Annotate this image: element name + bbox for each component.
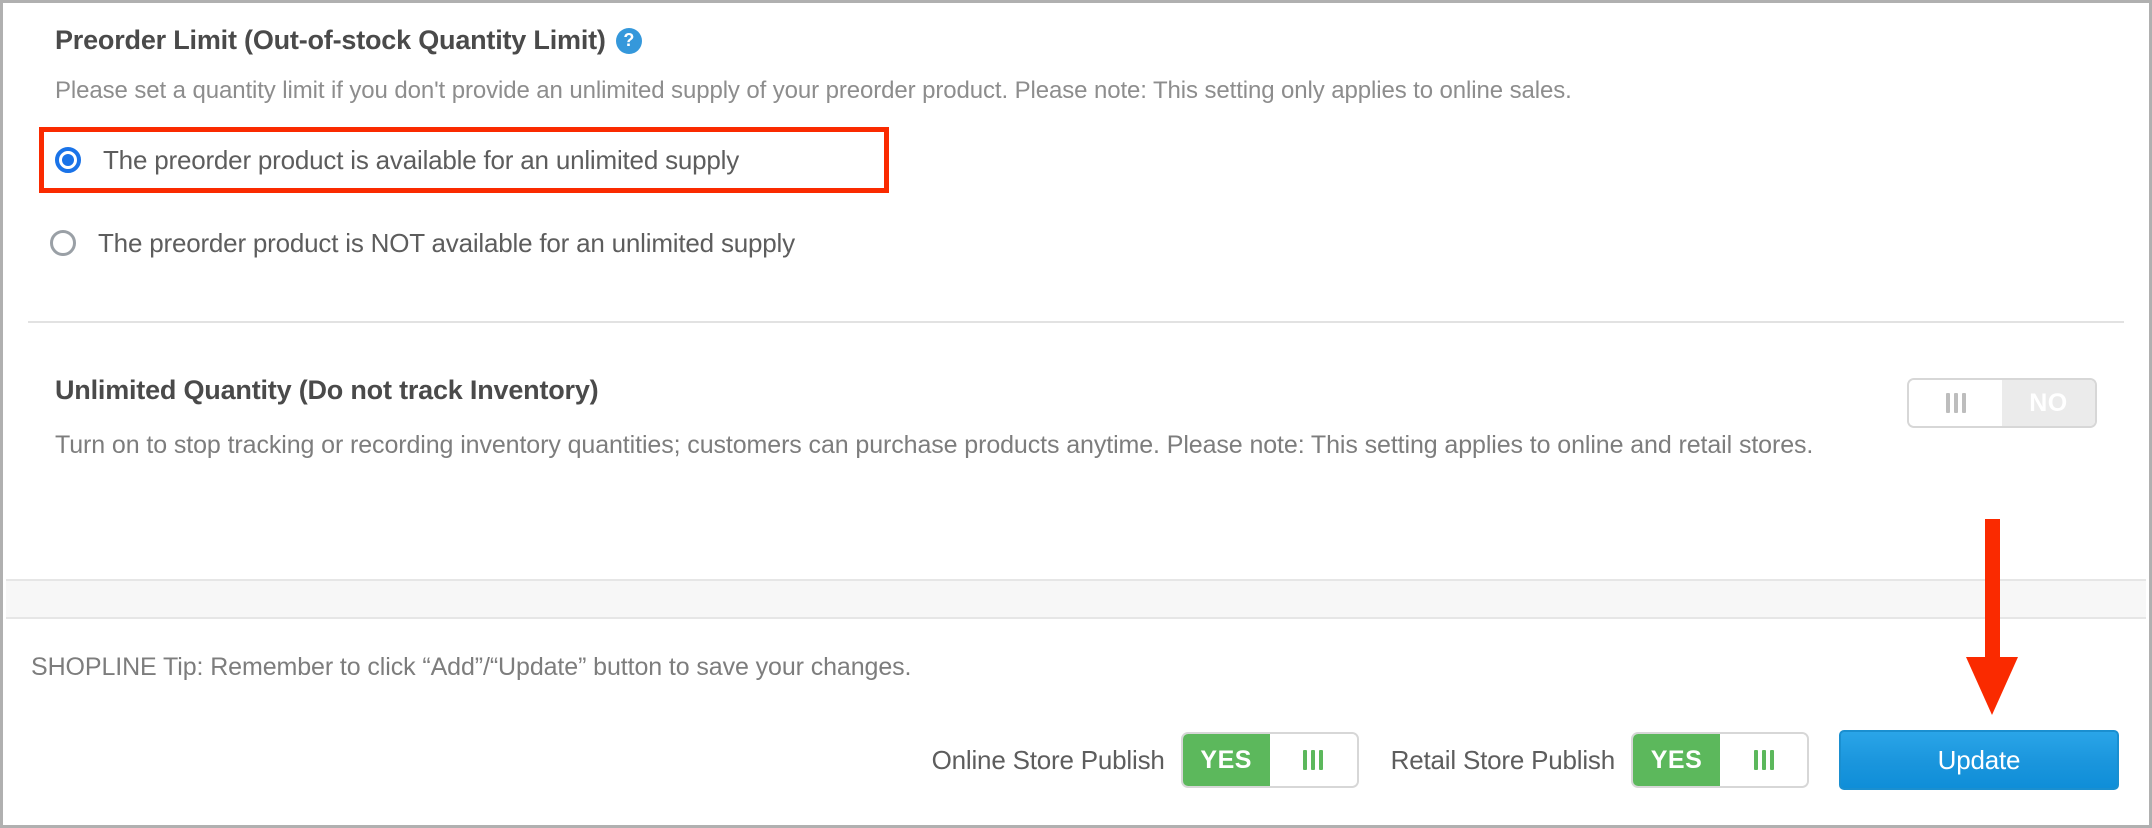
online-store-publish-group: Online Store Publish YES xyxy=(932,732,1359,788)
footer-actions-bar: Online Store Publish YES Retail Store Pu… xyxy=(932,730,2119,790)
footer-separator-band xyxy=(6,579,2146,619)
unlimited-quantity-text-block: Unlimited Quantity (Do not track Invento… xyxy=(55,375,1885,462)
down-arrow-icon xyxy=(1966,519,2018,715)
retail-store-publish-toggle-state: YES xyxy=(1633,734,1720,786)
online-store-publish-toggle-knob[interactable] xyxy=(1269,734,1357,786)
retail-store-publish-toggle-knob[interactable] xyxy=(1720,734,1807,786)
preorder-limit-radio-group: The preorder product is available for an… xyxy=(39,127,2097,276)
radio-option-not-unlimited-supply-label: The preorder product is NOT available fo… xyxy=(98,227,795,258)
grip-lines-icon xyxy=(1753,750,1774,770)
section-divider xyxy=(28,321,2124,323)
shopline-tip-text: SHOPLINE Tip: Remember to click “Add”/“U… xyxy=(31,653,912,681)
question-mark-circle-icon[interactable]: ? xyxy=(615,27,642,54)
unlimited-quantity-toggle-state: NO xyxy=(2002,380,2095,426)
online-store-publish-label: Online Store Publish xyxy=(931,744,1165,775)
update-button[interactable]: Update xyxy=(1839,730,2119,790)
online-store-publish-toggle[interactable]: YES xyxy=(1180,732,1359,788)
preorder-inventory-settings-panel: Preorder Limit (Out-of-stock Quantity Li… xyxy=(0,0,2152,828)
grip-lines-icon xyxy=(1945,393,1966,413)
unlimited-quantity-description: Turn on to stop tracking or recording in… xyxy=(55,431,1814,459)
unlimited-quantity-toggle-knob[interactable] xyxy=(1909,380,2002,426)
retail-store-publish-label: Retail Store Publish xyxy=(1390,744,1616,775)
preorder-limit-description: Please set a quantity limit if you don't… xyxy=(55,77,1572,104)
radio-button-selected-icon[interactable] xyxy=(55,147,81,173)
unlimited-quantity-title: Unlimited Quantity (Do not track Invento… xyxy=(55,375,599,405)
online-store-publish-toggle-state: YES xyxy=(1182,734,1270,786)
preorder-limit-title: Preorder Limit (Out-of-stock Quantity Li… xyxy=(55,25,2097,56)
grip-lines-icon xyxy=(1303,750,1324,770)
unlimited-quantity-toggle[interactable]: NO xyxy=(1907,378,2097,428)
radio-button-unselected-icon[interactable] xyxy=(50,230,76,256)
retail-store-publish-group: Retail Store Publish YES xyxy=(1391,732,1809,788)
radio-option-not-unlimited-supply[interactable]: The preorder product is NOT available fo… xyxy=(39,210,2097,276)
unlimited-quantity-section: Unlimited Quantity (Do not track Invento… xyxy=(3,375,2149,462)
radio-option-unlimited-supply-label: The preorder product is available for an… xyxy=(103,144,740,175)
preorder-limit-section: Preorder Limit (Out-of-stock Quantity Li… xyxy=(3,3,2149,276)
preorder-limit-title-text: Preorder Limit (Out-of-stock Quantity Li… xyxy=(55,25,606,55)
retail-store-publish-toggle[interactable]: YES xyxy=(1631,732,1809,788)
radio-option-unlimited-supply[interactable]: The preorder product is available for an… xyxy=(39,127,889,193)
